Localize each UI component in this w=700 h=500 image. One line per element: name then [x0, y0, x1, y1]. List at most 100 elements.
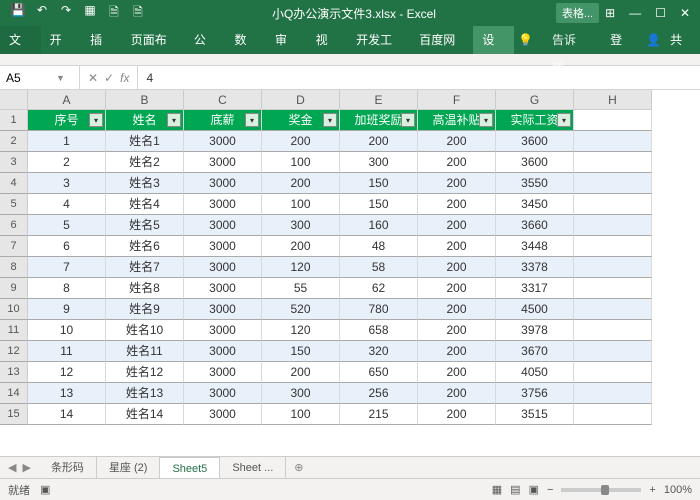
cell[interactable]: 姓名12	[106, 362, 184, 383]
tab-视图[interactable]: 视图	[307, 26, 348, 54]
col-header-E[interactable]: E	[340, 90, 418, 110]
cell[interactable]: 48	[340, 236, 418, 257]
row-header-10[interactable]: 10	[0, 299, 28, 320]
cell[interactable]: 3978	[496, 320, 574, 341]
sheet-tab[interactable]: 条形码	[39, 457, 97, 478]
cell[interactable]: 120	[262, 320, 340, 341]
save-icon[interactable]: 💾	[10, 3, 26, 24]
cell[interactable]: 200	[418, 173, 496, 194]
close-icon[interactable]: ✕	[680, 6, 690, 20]
row-header-3[interactable]: 3	[0, 152, 28, 173]
fx-confirm-icon[interactable]: ✓	[104, 71, 114, 85]
cell[interactable]: 3600	[496, 152, 574, 173]
sheet-tab[interactable]: Sheet5	[160, 457, 220, 478]
cell[interactable]: 658	[340, 320, 418, 341]
sheet-nav-next-icon[interactable]: ▶	[22, 461, 30, 474]
cell[interactable]: 姓名11	[106, 341, 184, 362]
tab-file[interactable]: 文件	[0, 26, 41, 54]
cell[interactable]: 520	[262, 299, 340, 320]
view-break-icon[interactable]: ▣	[529, 483, 539, 496]
add-sheet-button[interactable]: ⊕	[286, 461, 311, 474]
cell[interactable]: 62	[340, 278, 418, 299]
cell[interactable]: 55	[262, 278, 340, 299]
cell[interactable]	[574, 362, 652, 383]
row-header-4[interactable]: 4	[0, 173, 28, 194]
cell[interactable]: 100	[262, 152, 340, 173]
cell[interactable]: 320	[340, 341, 418, 362]
tab-数据[interactable]: 数据	[225, 26, 266, 54]
col-header-B[interactable]: B	[106, 90, 184, 110]
sheet-nav-prev-icon[interactable]: ◀	[8, 461, 16, 474]
col-header-D[interactable]: D	[262, 90, 340, 110]
spreadsheet-grid[interactable]: ABCDEFGH1序号▾姓名▾底薪▾奖金▾加班奖励▾高温补贴▾实际工资▾21姓名…	[0, 90, 700, 456]
row-header-9[interactable]: 9	[0, 278, 28, 299]
tab-页面布局[interactable]: 页面布局	[122, 26, 185, 54]
tab-开发工具[interactable]: 开发工具	[347, 26, 410, 54]
cell[interactable]: 3000	[184, 299, 262, 320]
status-record-icon[interactable]: ▣	[40, 483, 50, 496]
col-header-C[interactable]: C	[184, 90, 262, 110]
cell[interactable]: 9	[28, 299, 106, 320]
cell[interactable]: 姓名1	[106, 131, 184, 152]
cell[interactable]: 7	[28, 257, 106, 278]
cell[interactable]: 4	[28, 194, 106, 215]
col-header-G[interactable]: G	[496, 90, 574, 110]
cell[interactable]: 姓名6	[106, 236, 184, 257]
cell[interactable]: 300	[340, 152, 418, 173]
cell[interactable]: 3378	[496, 257, 574, 278]
maximize-icon[interactable]: ☐	[655, 6, 666, 20]
cell[interactable]: 3	[28, 173, 106, 194]
cell[interactable]: 3000	[184, 320, 262, 341]
cell[interactable]	[574, 341, 652, 362]
cell[interactable]: 200	[262, 236, 340, 257]
cell[interactable]: 150	[340, 194, 418, 215]
cell[interactable]	[574, 383, 652, 404]
cell[interactable]	[574, 173, 652, 194]
cell[interactable]: 4500	[496, 299, 574, 320]
cell[interactable]: 姓名2	[106, 152, 184, 173]
cell[interactable]: 200	[418, 383, 496, 404]
cell[interactable]	[574, 257, 652, 278]
login-button[interactable]: 登录	[601, 26, 640, 54]
cell[interactable]: 姓名14	[106, 404, 184, 425]
cell[interactable]: 200	[418, 341, 496, 362]
view-normal-icon[interactable]: ▦	[492, 483, 502, 496]
cell[interactable]: 3000	[184, 383, 262, 404]
tab-公式[interactable]: 公式	[185, 26, 226, 54]
cell[interactable]: 2	[28, 152, 106, 173]
cell[interactable]: 200	[418, 215, 496, 236]
minimize-icon[interactable]: —	[629, 6, 641, 20]
undo-icon[interactable]: ↶	[34, 3, 50, 24]
cell[interactable]: 200	[262, 362, 340, 383]
tab-百度网盘[interactable]: 百度网盘	[410, 26, 473, 54]
cell[interactable]: 215	[340, 404, 418, 425]
cell[interactable]: 姓名10	[106, 320, 184, 341]
cell[interactable]	[574, 152, 652, 173]
cell[interactable]: 200	[418, 278, 496, 299]
cell[interactable]: 100	[262, 194, 340, 215]
filter-dropdown-icon[interactable]: ▾	[167, 113, 181, 127]
tab-开始[interactable]: 开始	[41, 26, 82, 54]
cell[interactable]: 3600	[496, 131, 574, 152]
col-header-F[interactable]: F	[418, 90, 496, 110]
row-header-14[interactable]: 14	[0, 383, 28, 404]
cell[interactable]	[574, 110, 652, 131]
row-header-12[interactable]: 12	[0, 341, 28, 362]
cell[interactable]	[574, 236, 652, 257]
cell[interactable]: 姓名9	[106, 299, 184, 320]
cell[interactable]: 200	[418, 320, 496, 341]
cell[interactable]: 3000	[184, 131, 262, 152]
cell[interactable]: 650	[340, 362, 418, 383]
row-header-15[interactable]: 15	[0, 404, 28, 425]
cell[interactable]	[574, 404, 652, 425]
cell[interactable]: 姓名13	[106, 383, 184, 404]
filter-dropdown-icon[interactable]: ▾	[401, 113, 415, 127]
cell[interactable]: 3000	[184, 257, 262, 278]
cell[interactable]: 100	[262, 404, 340, 425]
sheet-tab[interactable]: 星座 (2)	[97, 457, 161, 478]
cell[interactable]: 14	[28, 404, 106, 425]
cell[interactable]: 姓名4	[106, 194, 184, 215]
col-header-A[interactable]: A	[28, 90, 106, 110]
cell[interactable]: 1	[28, 131, 106, 152]
cell[interactable]: 200	[418, 362, 496, 383]
